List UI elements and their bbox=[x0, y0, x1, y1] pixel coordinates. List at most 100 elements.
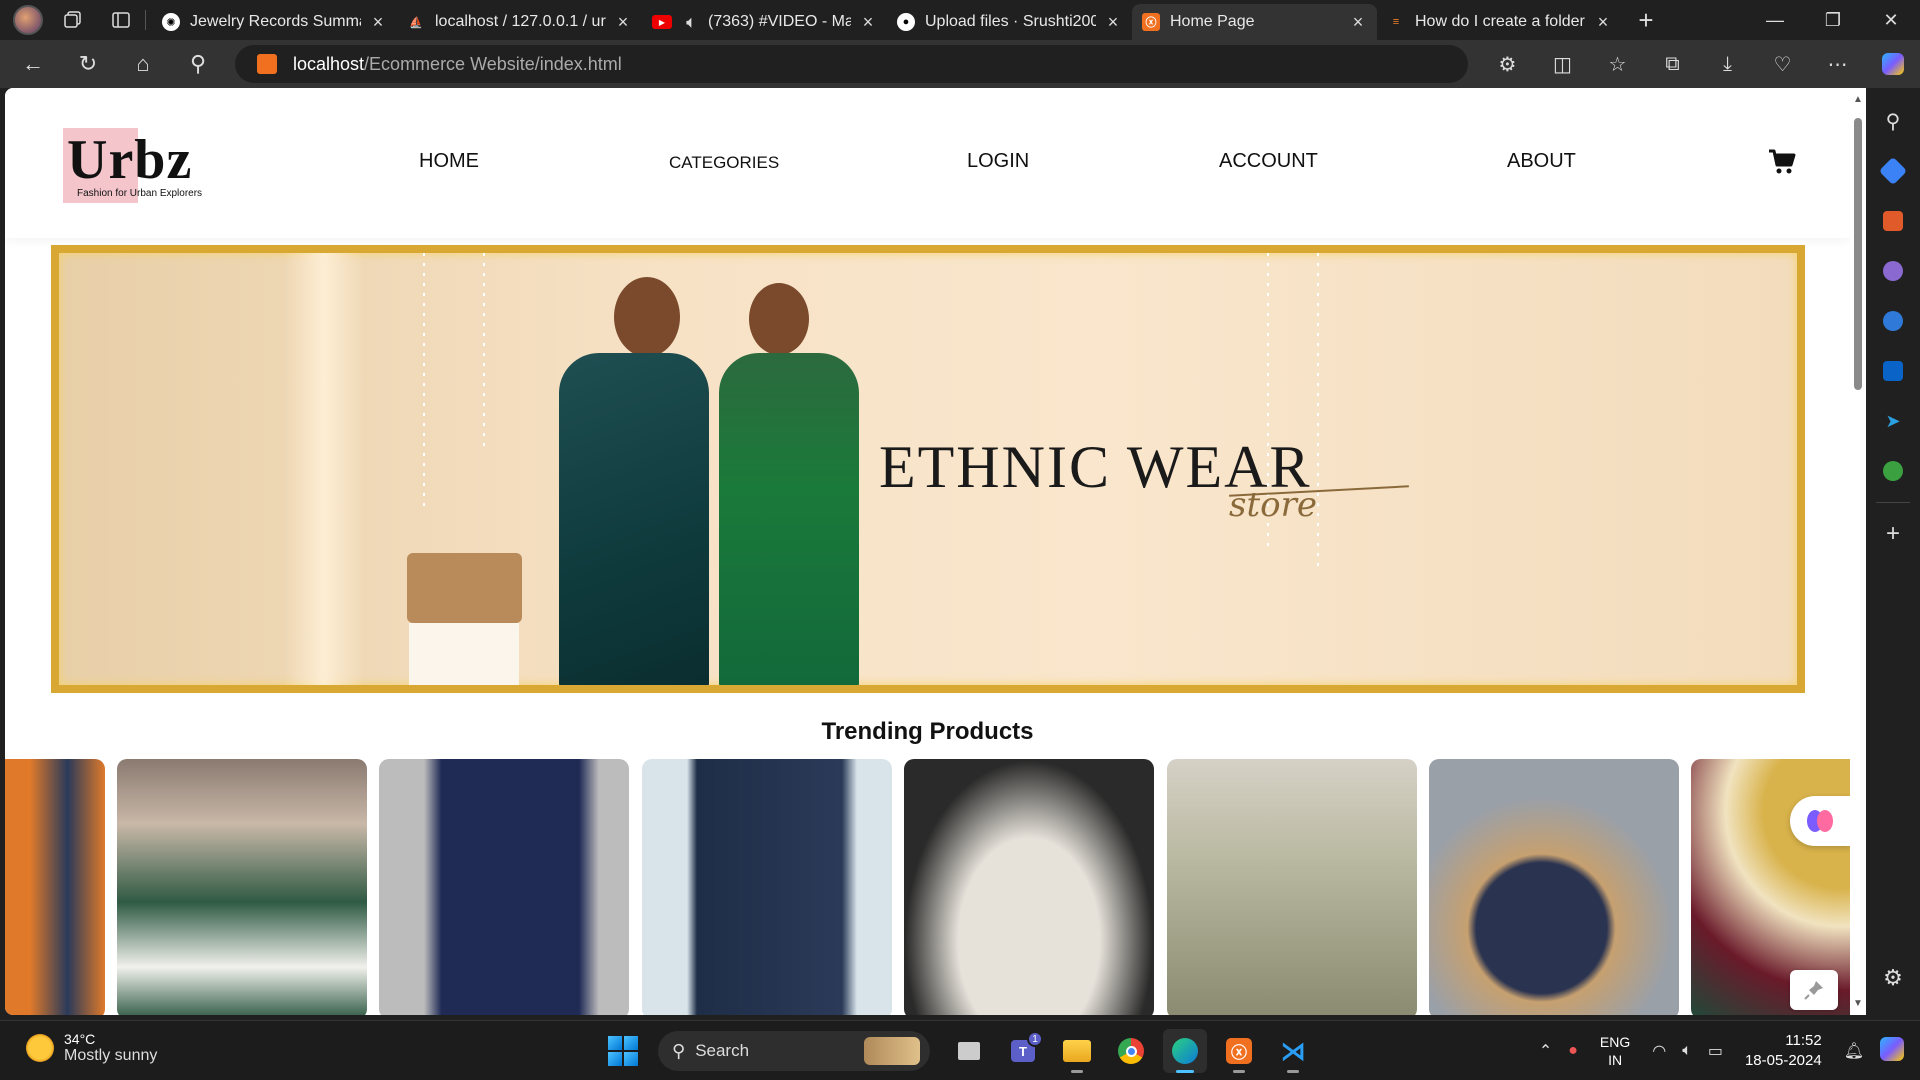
favorites-icon[interactable]: ☆ bbox=[1590, 44, 1645, 84]
task-view-icon[interactable] bbox=[947, 1029, 991, 1073]
chrome-icon[interactable] bbox=[1109, 1029, 1153, 1073]
scrollbar-thumb[interactable] bbox=[1854, 118, 1862, 390]
sidebar-outlook-icon[interactable] bbox=[1866, 346, 1920, 396]
minimize-icon[interactable]: — bbox=[1746, 0, 1804, 40]
restore-icon[interactable]: ❐ bbox=[1804, 0, 1862, 40]
wifi-icon[interactable]: ◠ bbox=[1652, 1041, 1666, 1061]
weather-widget[interactable]: 34°C Mostly sunny bbox=[26, 1031, 157, 1065]
hero-banner[interactable]: ETHNIC WEAR store bbox=[51, 245, 1805, 693]
language-indicator[interactable]: ENG IN bbox=[1600, 1033, 1630, 1069]
nav-categories[interactable]: CATEGORIES bbox=[669, 153, 779, 173]
split-screen-icon[interactable]: ◫ bbox=[1535, 44, 1590, 84]
url-bar[interactable]: localhost/Ecommerce Website/index.html bbox=[235, 45, 1468, 83]
tab-github[interactable]: ● Upload files · Srushti2003 × bbox=[887, 4, 1132, 40]
tab-jewelry-records[interactable]: ✺ Jewelry Records Summar × bbox=[152, 4, 397, 40]
nav-login[interactable]: LOGIN bbox=[967, 150, 1029, 173]
vertical-tabs-icon[interactable] bbox=[103, 2, 139, 38]
copilot-taskbar-icon[interactable] bbox=[1880, 1036, 1904, 1066]
pin-icon[interactable] bbox=[1790, 970, 1838, 1010]
weather-desc: Mostly sunny bbox=[64, 1047, 158, 1064]
tab-youtube[interactable]: ▶ 🔈︎ (7363) #VIDEO - Ma × bbox=[642, 4, 887, 40]
refresh-icon[interactable]: ↻ bbox=[66, 44, 110, 84]
speaker-icon[interactable]: 🔈︎ bbox=[682, 13, 700, 31]
product-card-jacket[interactable] bbox=[5, 759, 105, 1015]
chatgpt-icon: ✺ bbox=[162, 13, 180, 31]
tab-phpmyadmin[interactable]: ⛵ localhost / 127.0.0.1 / urb × bbox=[397, 4, 642, 40]
more-options-icon[interactable]: ⋯ bbox=[1810, 44, 1865, 84]
page-viewport: Urbz Fashion for Urban Explorers HOME CA… bbox=[5, 88, 1850, 1015]
lang-line1: ENG bbox=[1599, 1034, 1631, 1050]
product-card-green-sneakers[interactable] bbox=[117, 759, 367, 1015]
browser-tab-bar: ✺ Jewelry Records Summar × ⛵ localhost /… bbox=[0, 0, 1920, 40]
battery-icon[interactable]: ▭ bbox=[1708, 1041, 1723, 1061]
downloads-icon[interactable]: ⤓ bbox=[1700, 44, 1755, 84]
tab-home-page[interactable]: ⓧ Home Page × bbox=[1132, 4, 1377, 40]
clock[interactable]: 11:52 18-05-2024 bbox=[1745, 1031, 1822, 1071]
sidebar-settings-icon[interactable]: ⚙ bbox=[1866, 953, 1920, 1003]
sidebar-send-icon[interactable]: ➤ bbox=[1866, 396, 1920, 446]
edge-sidebar: ⚲ ➤ + ⚙ bbox=[1866, 88, 1920, 1015]
teams-icon[interactable]: T 1 bbox=[1001, 1029, 1045, 1073]
sidebar-shopping-icon[interactable] bbox=[1866, 146, 1920, 196]
new-tab-button[interactable]: + bbox=[1628, 5, 1664, 36]
model-left bbox=[559, 353, 709, 685]
collections-icon[interactable]: ⧉ bbox=[1645, 44, 1700, 84]
site-logo[interactable]: Urbz Fashion for Urban Explorers bbox=[63, 128, 223, 208]
volume-icon[interactable]: 🔈︎ bbox=[1682, 1042, 1692, 1060]
search-icon[interactable]: ⚲ bbox=[176, 44, 220, 84]
sidebar-copilot-icon[interactable] bbox=[1866, 296, 1920, 346]
banner-radio bbox=[407, 553, 522, 623]
sidebar-tools-icon[interactable] bbox=[1866, 196, 1920, 246]
close-window-icon[interactable]: ✕ bbox=[1862, 0, 1920, 40]
cart-icon[interactable] bbox=[1767, 146, 1797, 176]
back-icon[interactable]: ← bbox=[11, 44, 55, 84]
product-card-cargo-pants[interactable] bbox=[642, 759, 892, 1015]
sidebar-tree-icon[interactable] bbox=[1866, 446, 1920, 496]
banner-stand bbox=[409, 623, 519, 685]
search-highlight-icon bbox=[864, 1037, 920, 1065]
nav-home[interactable]: HOME bbox=[419, 150, 479, 173]
logo-tagline: Fashion for Urban Explorers bbox=[77, 188, 203, 199]
notification-bell-icon[interactable]: 🔔︎ bbox=[1844, 1041, 1864, 1061]
running-indicator bbox=[1287, 1070, 1299, 1073]
teams-badge: 1 bbox=[1027, 1031, 1043, 1047]
close-tab-icon[interactable]: × bbox=[1594, 12, 1612, 33]
model-head bbox=[749, 283, 809, 355]
product-card-white-hoodie[interactable] bbox=[904, 759, 1154, 1015]
product-card-navy-trousers[interactable] bbox=[379, 759, 629, 1015]
edge-icon[interactable] bbox=[1163, 1029, 1207, 1073]
xampp-icon[interactable]: ⓧ bbox=[1217, 1029, 1261, 1073]
home-icon[interactable]: ⌂ bbox=[121, 44, 165, 84]
file-explorer-icon[interactable] bbox=[1055, 1029, 1099, 1073]
profile-avatar[interactable] bbox=[13, 5, 43, 35]
scroll-up-icon[interactable]: ▲ bbox=[1853, 94, 1863, 105]
product-card-fossil-watch[interactable] bbox=[1429, 759, 1679, 1015]
running-indicator bbox=[1176, 1070, 1194, 1073]
sidebar-add-icon[interactable]: + bbox=[1866, 509, 1920, 559]
chevron-up-icon[interactable]: ⌃ bbox=[1539, 1041, 1552, 1061]
copilot-icon[interactable] bbox=[1865, 44, 1920, 84]
extensions-icon[interactable]: ⚙ bbox=[1480, 44, 1535, 84]
ai-assistant-button[interactable] bbox=[1790, 796, 1850, 846]
network-warning-icon[interactable]: ● bbox=[1568, 1042, 1578, 1060]
taskbar-search[interactable]: ⚲ Search bbox=[658, 1031, 930, 1071]
sidebar-search-icon[interactable]: ⚲ bbox=[1866, 96, 1920, 146]
workspaces-icon[interactable] bbox=[55, 2, 91, 38]
close-tab-icon[interactable]: × bbox=[1349, 12, 1367, 33]
close-tab-icon[interactable]: × bbox=[1104, 12, 1122, 33]
close-tab-icon[interactable]: × bbox=[859, 12, 877, 33]
page-scrollbar[interactable]: ▲ ▼ bbox=[1850, 88, 1866, 1015]
scroll-down-icon[interactable]: ▼ bbox=[1853, 998, 1863, 1009]
performance-icon[interactable]: ♡ bbox=[1755, 44, 1810, 84]
close-tab-icon[interactable]: × bbox=[614, 12, 632, 33]
start-button[interactable] bbox=[608, 1036, 638, 1066]
close-tab-icon[interactable]: × bbox=[369, 12, 387, 33]
vscode-icon[interactable]: ⋊ bbox=[1271, 1029, 1315, 1073]
product-card-floral-dress[interactable] bbox=[1167, 759, 1417, 1015]
nav-about[interactable]: ABOUT bbox=[1507, 150, 1576, 173]
tab-stackoverflow[interactable]: ≡ How do I create a folder × bbox=[1377, 4, 1622, 40]
light-strand bbox=[423, 253, 425, 513]
taskbar-apps: ⚲ Search T 1 ⓧ ⋊ bbox=[608, 1029, 1320, 1073]
sidebar-games-icon[interactable] bbox=[1866, 246, 1920, 296]
nav-account[interactable]: ACCOUNT bbox=[1219, 150, 1318, 173]
